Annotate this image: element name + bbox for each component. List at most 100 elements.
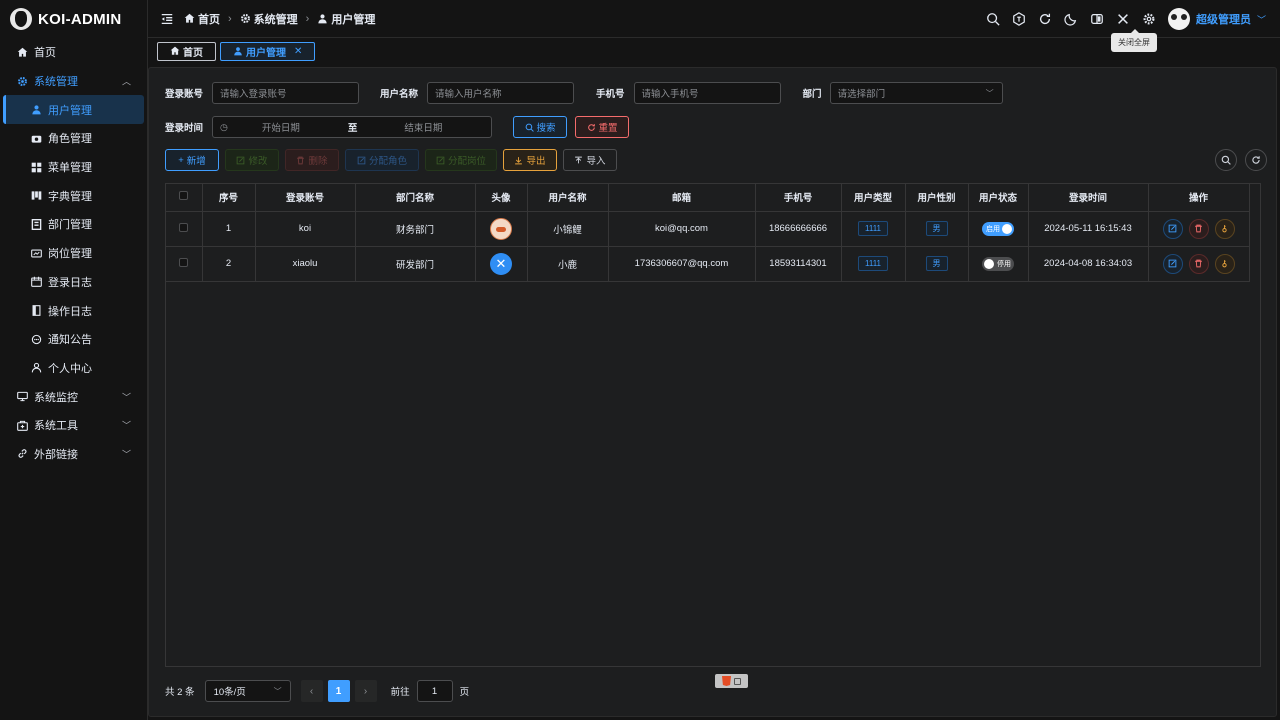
settings-icon[interactable] — [1136, 6, 1162, 32]
camera-icon — [30, 132, 42, 144]
edit-icon — [357, 156, 366, 164]
sidebar-item-notice[interactable]: 通知公告 — [0, 325, 147, 354]
page-number[interactable]: 1 — [327, 680, 350, 702]
close-icon[interactable]: ✕ — [294, 46, 302, 57]
search-button[interactable]: 搜索 — [513, 116, 568, 138]
breadcrumb-label: 用户管理 — [331, 13, 376, 26]
sidebar-group-system[interactable]: 系统管理 ︿ — [0, 67, 147, 96]
phone-input[interactable]: 请输入手机号 — [633, 82, 781, 104]
page-size-select[interactable]: 10条/页 ﹀ — [204, 680, 291, 702]
sidebar-item-operation-log[interactable]: 操作日志 — [0, 296, 147, 325]
upload-icon — [575, 156, 583, 163]
select-all-checkbox[interactable] — [179, 191, 189, 201]
assign-post-button[interactable]: 分配岗位 — [425, 149, 497, 171]
goto-input[interactable]: 1 — [416, 680, 453, 702]
status-switch-label: 停用 — [997, 260, 1011, 268]
column-header: 手机号 — [755, 184, 842, 212]
dept-placeholder: 请选择部门 — [837, 89, 886, 100]
breadcrumb-system[interactable]: 系统管理 — [240, 11, 298, 27]
user-name-input[interactable]: 请输入用户名称 — [427, 82, 575, 104]
sidebar-group-monitor[interactable]: 系统监控 ﹀ — [0, 382, 147, 411]
dept-select[interactable]: 请选择部门 ﹀ — [829, 82, 1003, 104]
sidebar-item-dict-management[interactable]: 字典管理 — [0, 181, 147, 210]
refresh-table-button[interactable] — [1245, 149, 1267, 171]
goto-label: 前往 — [390, 687, 410, 698]
toolbox-icon — [16, 419, 28, 431]
chevron-down-icon: ﹀ — [121, 449, 131, 460]
menu-fold-icon[interactable] — [160, 12, 174, 26]
column-header: 部门名称 — [355, 184, 476, 212]
layout-switch-icon[interactable] — [1084, 6, 1110, 32]
sidebar: KOI-ADMIN 首页 系统管理 ︿ 用户管理 角色管理 菜单管理 字典管理 — [0, 0, 148, 720]
edit-row-button[interactable] — [1162, 253, 1183, 274]
column-header: 用户状态 — [968, 184, 1029, 212]
reset-button[interactable]: 重置 — [575, 116, 630, 138]
sidebar-item-post-management[interactable]: 岗位管理 — [0, 239, 147, 268]
trash-icon — [297, 156, 305, 164]
dict-icon — [30, 190, 42, 202]
assign-role-button[interactable]: 分配角色 — [345, 149, 419, 171]
sidebar-item-label: 系统工具 — [34, 420, 78, 433]
reset-password-button[interactable] — [1214, 253, 1235, 274]
page-size-value: 10条/页 — [213, 687, 246, 698]
status-switch[interactable]: 停用 — [982, 256, 1014, 271]
row-checkbox[interactable] — [179, 222, 189, 232]
key-icon — [1222, 225, 1227, 233]
sidebar-item-label: 部门管理 — [48, 219, 92, 232]
key-icon — [1222, 260, 1227, 268]
add-button[interactable]: + 新增 — [165, 149, 219, 171]
table-row[interactable]: 1 koi 财务部门 小锦鲤 koi@qq.com 18666666666 11… — [166, 211, 1250, 247]
refresh-icon[interactable] — [1032, 6, 1058, 32]
toggle-search-button[interactable] — [1215, 149, 1237, 171]
home-icon — [16, 46, 28, 58]
tab-label: 首页 — [183, 47, 203, 59]
status-switch[interactable]: 启用 — [982, 221, 1014, 236]
next-page-button[interactable]: › — [354, 680, 377, 702]
breadcrumb-label: 首页 — [198, 13, 220, 26]
delete-row-button[interactable] — [1188, 253, 1209, 274]
edit-button[interactable]: 修改 — [225, 149, 279, 171]
date-range-picker[interactable]: ◷ 开始日期 至 结束日期 — [212, 116, 493, 138]
sidebar-item-role-management[interactable]: 角色管理 — [0, 124, 147, 153]
sidebar-group-tools[interactable]: 系统工具 ﹀ — [0, 411, 147, 440]
login-name-input[interactable]: 请输入登录账号 — [212, 82, 360, 104]
edit-row-button[interactable] — [1162, 218, 1183, 239]
delete-row-button[interactable] — [1188, 218, 1209, 239]
sidebar-item-label: 角色管理 — [48, 133, 92, 146]
column-header: 操作 — [1148, 184, 1250, 212]
breadcrumb-home[interactable]: 首页 — [184, 11, 220, 27]
sidebar-item-dept-management[interactable]: 部门管理 — [0, 210, 147, 239]
sidebar-item-home[interactable]: 首页 — [0, 38, 147, 67]
add-button-label: 新增 — [186, 156, 206, 167]
row-checkbox[interactable] — [179, 257, 189, 267]
select-all-cell[interactable] — [166, 184, 203, 212]
search-icon[interactable] — [980, 6, 1006, 32]
chat-icon — [30, 333, 42, 345]
sidebar-item-login-log[interactable]: 登录日志 — [0, 268, 147, 297]
main-panel: 登录账号 请输入登录账号 用户名称 请输入用户名称 手机号 请输入手机号 部门 … — [148, 67, 1277, 717]
dept-label: 部门 — [802, 89, 822, 100]
user-menu[interactable]: 超级管理员 ﹀ — [1167, 8, 1266, 30]
prev-page-button[interactable]: ‹ — [300, 680, 323, 702]
sidebar-item-menu-management[interactable]: 菜单管理 — [0, 153, 147, 182]
tab-home[interactable]: 首页 — [157, 41, 216, 61]
delete-button[interactable]: 删除 — [285, 149, 339, 171]
sidebar-group-links[interactable]: 外部链接 ﹀ — [0, 440, 147, 469]
language-icon[interactable] — [1006, 6, 1032, 32]
sidebar-item-profile[interactable]: 个人中心 — [0, 354, 147, 383]
assign-role-label: 分配角色 — [368, 156, 407, 167]
search-icon — [1221, 155, 1231, 165]
sidebar-item-user-management[interactable]: 用户管理 — [3, 95, 144, 125]
tab-user-management[interactable]: 用户管理 ✕ — [220, 41, 316, 61]
avatar[interactable] — [490, 217, 512, 240]
moon-icon[interactable] — [1058, 6, 1084, 32]
reset-password-button[interactable] — [1214, 218, 1235, 239]
import-button[interactable]: 导入 — [563, 149, 617, 171]
export-button[interactable]: 导出 — [503, 149, 557, 171]
logo[interactable]: KOI-ADMIN — [0, 0, 147, 38]
table-row[interactable]: 2 xiaolu 研发部门 ✕ 小鹿 1736306607@qq.com 185… — [166, 246, 1250, 282]
phone-label: 手机号 — [596, 89, 625, 100]
avatar[interactable]: ✕ — [490, 252, 512, 275]
user-type-tag: 1111 — [857, 256, 888, 271]
user-sex-tag: 男 — [925, 221, 948, 236]
